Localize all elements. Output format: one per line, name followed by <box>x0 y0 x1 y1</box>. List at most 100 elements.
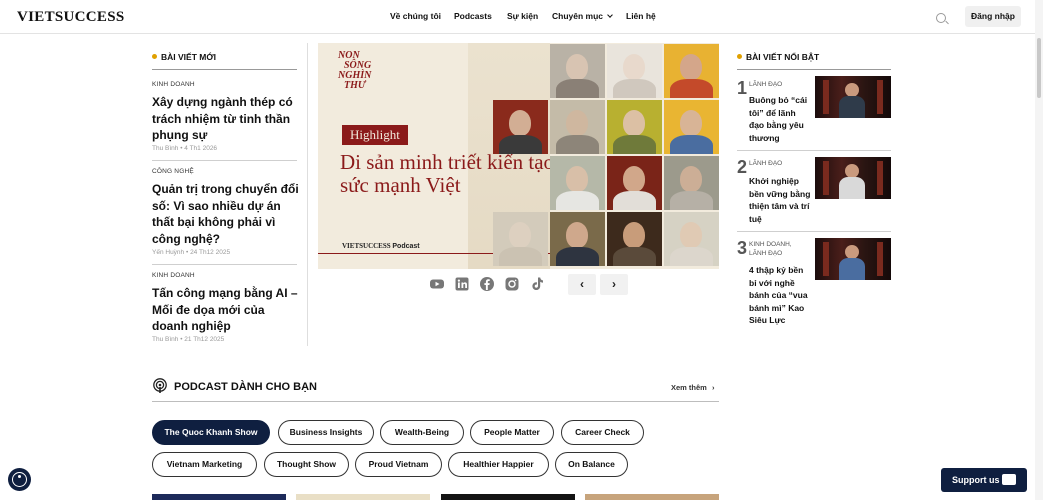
featured-title[interactable]: Buông bỏ “cái tôi” để lãnh đạo bằng yêu … <box>749 94 811 144</box>
podcast-thumbnail[interactable] <box>152 494 286 500</box>
featured-thumbnail[interactable] <box>815 238 891 280</box>
article-divider <box>152 264 297 265</box>
carousel-prev-button[interactable]: ‹ <box>568 274 596 295</box>
portrait-photo <box>664 100 719 154</box>
search-icon[interactable] <box>936 13 946 23</box>
column-divider <box>307 43 308 346</box>
featured-category[interactable]: LÃNH ĐẠO <box>749 81 809 90</box>
nav-contact[interactable]: Liên hệ <box>626 11 656 21</box>
article-meta: Thu Bình • 4 Th1 2026 <box>152 145 218 152</box>
hero-brand: VIETSUCCESS Podcast <box>342 242 420 250</box>
portrait-photo <box>493 100 548 154</box>
hero-title: Di sản minh triết kiến tạo sức mạnh Việt <box>340 150 555 197</box>
podcast-section-title: PODCAST DÀNH CHO BẠN <box>174 381 317 393</box>
portrait-photo <box>550 212 605 266</box>
featured-thumbnail[interactable] <box>815 157 891 199</box>
article-category[interactable]: KINH DOANH <box>152 81 195 88</box>
podcast-thumbnail[interactable] <box>441 494 575 500</box>
article-category[interactable]: KINH DOANH <box>152 272 195 279</box>
latest-section-title: BÀI VIẾT MỚI <box>161 52 216 62</box>
portrait-photo <box>550 100 605 154</box>
featured-category[interactable]: LÃNH ĐẠO <box>749 160 809 169</box>
hero-logo: NON SÔNG NGHÌN THƯ <box>338 51 371 91</box>
accessibility-icon[interactable] <box>8 468 31 491</box>
nav-events[interactable]: Sự kiện <box>507 11 538 21</box>
featured-category[interactable]: KINH DOANH, LÃNH ĐẠO <box>749 241 809 258</box>
site-logo[interactable]: VIETSUCCESS <box>17 9 125 26</box>
see-more-label: Xem thêm <box>671 383 707 392</box>
article-title[interactable]: Xây dựng ngành thép có trách nhiệm từ ti… <box>152 94 302 144</box>
podcast-show-tab[interactable]: The Quoc Khanh Show <box>152 420 270 445</box>
podcast-thumbnail[interactable] <box>296 494 430 500</box>
article-meta: Yến Huỳnh • 24 Th12 2025 <box>152 249 231 256</box>
support-us-label: Support us <box>952 475 1000 485</box>
coffee-cup-icon <box>1002 474 1016 485</box>
featured-section-title: BÀI VIẾT NỔI BẬT <box>746 52 820 62</box>
portrait-photo <box>607 212 662 266</box>
portrait-photo <box>664 212 719 266</box>
nav-categories-label: Chuyên mục <box>552 11 604 21</box>
podcast-show-tab[interactable]: On Balance <box>555 452 628 477</box>
section-dot-icon <box>737 54 742 59</box>
portrait-photo <box>550 44 605 98</box>
nav-categories[interactable]: Chuyên mục <box>552 11 613 21</box>
nav-podcasts[interactable]: Podcasts <box>454 11 492 21</box>
featured-rank: 3 <box>737 238 748 258</box>
featured-title[interactable]: 4 thập kỷ bền bỉ với nghề bánh của “vua … <box>749 264 811 327</box>
featured-divider <box>737 231 891 232</box>
article-author: Thu Bình <box>152 145 179 152</box>
podcast-icon <box>153 378 167 393</box>
portrait-photo <box>550 156 605 210</box>
portrait-photo <box>493 212 548 266</box>
highlight-badge: Highlight <box>342 125 408 145</box>
podcast-show-tab[interactable]: Wealth-Being <box>380 420 464 445</box>
article-date: 21 Th12 2025 <box>184 336 225 343</box>
featured-divider <box>737 150 891 151</box>
facebook-icon[interactable] <box>479 276 495 292</box>
see-more-link[interactable]: Xem thêm › <box>671 383 714 392</box>
section-dot-icon <box>152 54 157 59</box>
podcast-show-tab[interactable]: Proud Vietnam <box>355 452 442 477</box>
article-divider <box>152 160 297 161</box>
login-button[interactable]: Đăng nhập <box>965 6 1021 27</box>
article-author: Yến Huỳnh <box>152 249 185 256</box>
portrait-photo <box>664 156 719 210</box>
carousel-next-button[interactable]: › <box>600 274 628 295</box>
article-meta: Thu Bình • 21 Th12 2025 <box>152 336 225 343</box>
featured-rank: 1 <box>737 78 748 98</box>
instagram-icon[interactable] <box>504 276 520 292</box>
portrait-photo <box>607 100 662 154</box>
podcast-show-tab[interactable]: Vietnam Marketing <box>152 452 257 477</box>
section-divider <box>152 401 719 402</box>
podcast-thumbnail[interactable] <box>585 494 719 500</box>
podcast-show-tab[interactable]: People Matter <box>470 420 554 445</box>
podcast-show-tab[interactable]: Career Check <box>561 420 644 445</box>
featured-title[interactable]: Khởi nghiệp bền vững bằng thiện tâm và t… <box>749 175 811 225</box>
chevron-down-icon <box>607 12 613 18</box>
youtube-icon[interactable] <box>429 276 445 292</box>
hero-brand-name: VIETSUCCESS <box>342 242 391 250</box>
portrait-photo <box>664 44 719 98</box>
scrollbar-thumb[interactable] <box>1037 38 1041 98</box>
nav-about[interactable]: Về chúng tôi <box>390 11 441 21</box>
article-author: Thu Bình <box>152 336 179 343</box>
linkedin-icon[interactable] <box>454 276 470 292</box>
section-divider <box>152 69 297 70</box>
site-header: VIETSUCCESS Về chúng tôi Podcasts Sự kiệ… <box>0 0 1043 34</box>
featured-rank: 2 <box>737 157 748 177</box>
podcast-show-tab[interactable]: Healthier Happier <box>448 452 549 477</box>
portrait-photo <box>607 156 662 210</box>
portrait-photo <box>607 44 662 98</box>
hero-logo-line: THƯ <box>344 80 366 91</box>
article-date: 4 Th1 2026 <box>184 145 218 152</box>
featured-thumbnail[interactable] <box>815 76 891 118</box>
article-title[interactable]: Tấn công mạng bằng AI – Mối đe dọa mới c… <box>152 285 302 335</box>
article-category[interactable]: CÔNG NGHỆ <box>152 168 194 175</box>
tiktok-icon[interactable] <box>529 276 545 292</box>
article-date: 24 Th12 2025 <box>190 249 231 256</box>
support-us-button[interactable]: Support us <box>941 468 1027 492</box>
podcast-show-tab[interactable]: Thought Show <box>264 452 349 477</box>
article-title[interactable]: Quản trị trong chuyển đổi số: Vì sao nhi… <box>152 181 302 247</box>
hero-banner[interactable]: NON SÔNG NGHÌN THƯ Highlight Di sản minh… <box>318 43 719 269</box>
podcast-show-tab[interactable]: Business Insights <box>278 420 374 445</box>
